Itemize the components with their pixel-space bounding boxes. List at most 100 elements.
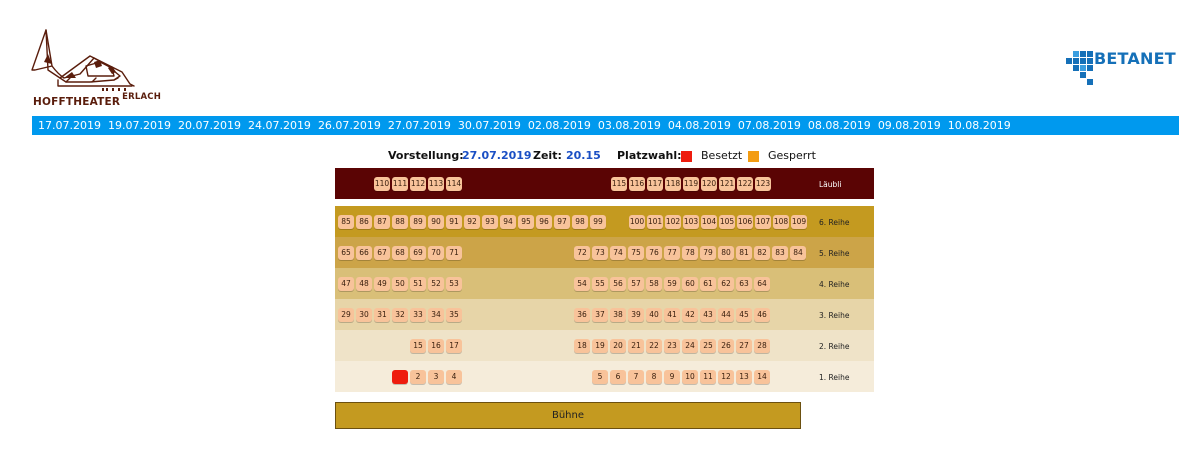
seat-99[interactable]: 99 <box>590 215 606 229</box>
seat-48[interactable]: 48 <box>356 277 372 291</box>
seat-69[interactable]: 69 <box>410 246 426 260</box>
seat-22[interactable]: 22 <box>646 339 662 353</box>
seat-74[interactable]: 74 <box>610 246 626 260</box>
seat-100[interactable]: 100 <box>629 215 645 229</box>
seat-117[interactable]: 117 <box>647 177 663 191</box>
seat-57[interactable]: 57 <box>628 277 644 291</box>
seat-63[interactable]: 63 <box>736 277 752 291</box>
seat-2[interactable]: 2 <box>410 370 426 384</box>
seat-7[interactable]: 7 <box>628 370 644 384</box>
seat-36[interactable]: 36 <box>574 308 590 322</box>
seat-120[interactable]: 120 <box>701 177 717 191</box>
seat-78[interactable]: 78 <box>682 246 698 260</box>
seat-86[interactable]: 86 <box>356 215 372 229</box>
date-link-13[interactable]: 10.08.2019 <box>948 119 1011 132</box>
date-link-11[interactable]: 08.08.2019 <box>808 119 871 132</box>
seat-55[interactable]: 55 <box>592 277 608 291</box>
seat-44[interactable]: 44 <box>718 308 734 322</box>
date-link-1[interactable]: 19.07.2019 <box>108 119 171 132</box>
seat-17[interactable]: 17 <box>446 339 462 353</box>
seat-118[interactable]: 118 <box>665 177 681 191</box>
seat-23[interactable]: 23 <box>664 339 680 353</box>
seat-68[interactable]: 68 <box>392 246 408 260</box>
seat-110[interactable]: 110 <box>374 177 390 191</box>
seat-43[interactable]: 43 <box>700 308 716 322</box>
seat-81[interactable]: 81 <box>736 246 752 260</box>
seat-116[interactable]: 116 <box>629 177 645 191</box>
seat-33[interactable]: 33 <box>410 308 426 322</box>
date-link-7[interactable]: 02.08.2019 <box>528 119 591 132</box>
seat-6[interactable]: 6 <box>610 370 626 384</box>
seat-94[interactable]: 94 <box>500 215 516 229</box>
seat-25[interactable]: 25 <box>700 339 716 353</box>
seat-59[interactable]: 59 <box>664 277 680 291</box>
seat-3[interactable]: 3 <box>428 370 444 384</box>
seat-24[interactable]: 24 <box>682 339 698 353</box>
seat-101[interactable]: 101 <box>647 215 663 229</box>
seat-60[interactable]: 60 <box>682 277 698 291</box>
seat-32[interactable]: 32 <box>392 308 408 322</box>
seat-107[interactable]: 107 <box>755 215 771 229</box>
seat-91[interactable]: 91 <box>446 215 462 229</box>
seat-40[interactable]: 40 <box>646 308 662 322</box>
seat-77[interactable]: 77 <box>664 246 680 260</box>
seat-47[interactable]: 47 <box>338 277 354 291</box>
seat-87[interactable]: 87 <box>374 215 390 229</box>
seat-89[interactable]: 89 <box>410 215 426 229</box>
seat-30[interactable]: 30 <box>356 308 372 322</box>
seat-11[interactable]: 11 <box>700 370 716 384</box>
seat-83[interactable]: 83 <box>772 246 788 260</box>
seat-79[interactable]: 79 <box>700 246 716 260</box>
seat-21[interactable]: 21 <box>628 339 644 353</box>
seat-108[interactable]: 108 <box>773 215 789 229</box>
seat-5[interactable]: 5 <box>592 370 608 384</box>
seat-66[interactable]: 66 <box>356 246 372 260</box>
seat-52[interactable]: 52 <box>428 277 444 291</box>
seat-37[interactable]: 37 <box>592 308 608 322</box>
date-link-10[interactable]: 07.08.2019 <box>738 119 801 132</box>
seat-19[interactable]: 19 <box>592 339 608 353</box>
seat-61[interactable]: 61 <box>700 277 716 291</box>
seat-112[interactable]: 112 <box>410 177 426 191</box>
seat-10[interactable]: 10 <box>682 370 698 384</box>
seat-71[interactable]: 71 <box>446 246 462 260</box>
seat-75[interactable]: 75 <box>628 246 644 260</box>
seat-31[interactable]: 31 <box>374 308 390 322</box>
seat-15[interactable]: 15 <box>410 339 426 353</box>
date-link-3[interactable]: 24.07.2019 <box>248 119 311 132</box>
seat-34[interactable]: 34 <box>428 308 444 322</box>
seat-14[interactable]: 14 <box>754 370 770 384</box>
date-link-8[interactable]: 03.08.2019 <box>598 119 661 132</box>
seat-42[interactable]: 42 <box>682 308 698 322</box>
seat-50[interactable]: 50 <box>392 277 408 291</box>
seat-90[interactable]: 90 <box>428 215 444 229</box>
seat-1[interactable]: 1 <box>392 370 408 384</box>
seat-27[interactable]: 27 <box>736 339 752 353</box>
seat-111[interactable]: 111 <box>392 177 408 191</box>
seat-41[interactable]: 41 <box>664 308 680 322</box>
seat-103[interactable]: 103 <box>683 215 699 229</box>
seat-18[interactable]: 18 <box>574 339 590 353</box>
seat-105[interactable]: 105 <box>719 215 735 229</box>
seat-104[interactable]: 104 <box>701 215 717 229</box>
seat-70[interactable]: 70 <box>428 246 444 260</box>
date-link-0[interactable]: 17.07.2019 <box>38 119 101 132</box>
seat-49[interactable]: 49 <box>374 277 390 291</box>
date-link-9[interactable]: 04.08.2019 <box>668 119 731 132</box>
date-link-6[interactable]: 30.07.2019 <box>458 119 521 132</box>
seat-72[interactable]: 72 <box>574 246 590 260</box>
seat-13[interactable]: 13 <box>736 370 752 384</box>
seat-92[interactable]: 92 <box>464 215 480 229</box>
seat-98[interactable]: 98 <box>572 215 588 229</box>
seat-51[interactable]: 51 <box>410 277 426 291</box>
seat-82[interactable]: 82 <box>754 246 770 260</box>
seat-93[interactable]: 93 <box>482 215 498 229</box>
seat-95[interactable]: 95 <box>518 215 534 229</box>
seat-46[interactable]: 46 <box>754 308 770 322</box>
seat-9[interactable]: 9 <box>664 370 680 384</box>
seat-26[interactable]: 26 <box>718 339 734 353</box>
seat-114[interactable]: 114 <box>446 177 462 191</box>
seat-64[interactable]: 64 <box>754 277 770 291</box>
seat-113[interactable]: 113 <box>428 177 444 191</box>
seat-4[interactable]: 4 <box>446 370 462 384</box>
